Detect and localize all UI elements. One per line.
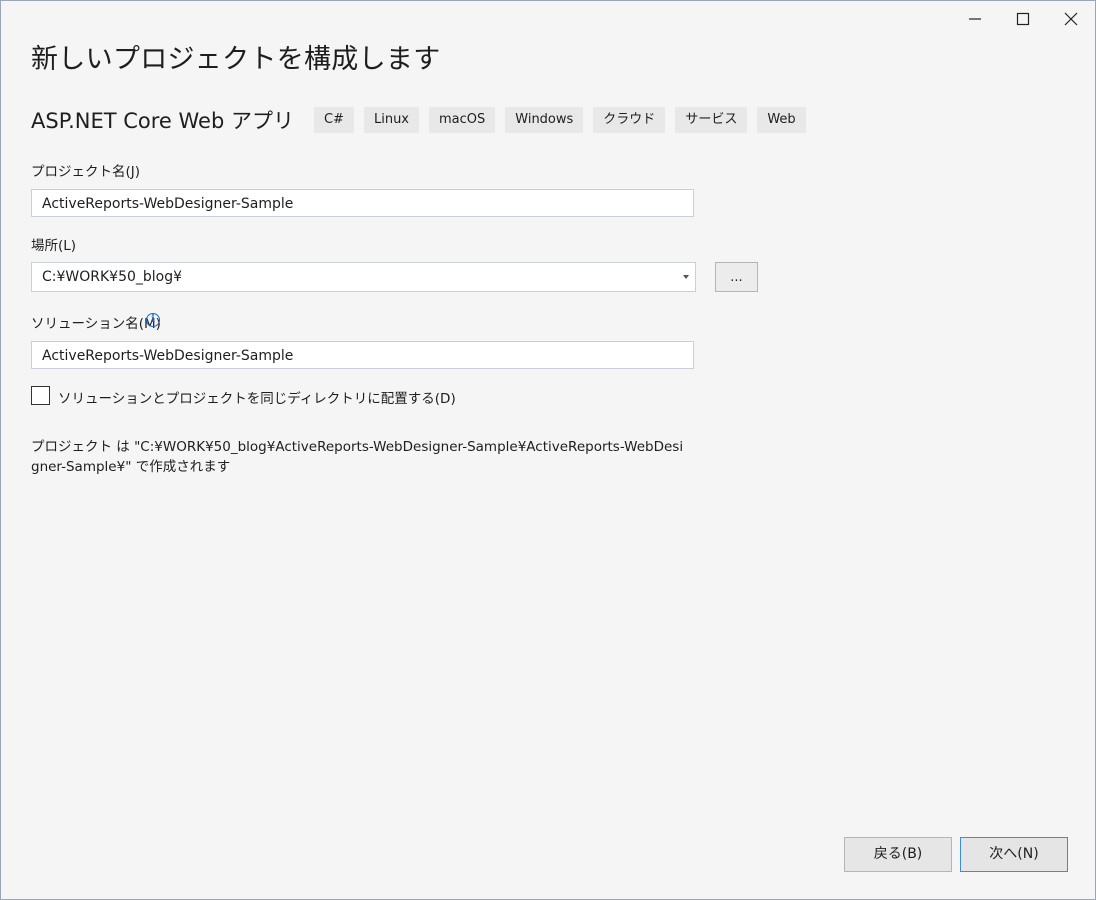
tag: サービス <box>675 107 748 133</box>
project-path-summary: プロジェクト は "C:¥WORK¥50_blog¥ActiveReports-… <box>31 439 684 475</box>
close-icon <box>1064 12 1078 26</box>
solution-name-input[interactable]: ActiveReports-WebDesigner-Sample <box>31 341 694 369</box>
next-button[interactable]: 次へ(N) <box>960 837 1068 872</box>
same-directory-label[interactable]: ソリューションとプロジェクトを同じディレクトリに配置する(D) <box>58 387 456 407</box>
same-directory-checkbox[interactable] <box>31 386 50 405</box>
maximize-icon <box>1016 12 1030 26</box>
template-name: ASP.NET Core Web アプリ <box>31 109 294 133</box>
dropdown-arrow-icon[interactable] <box>683 275 689 279</box>
info-icon[interactable]: i <box>146 313 160 327</box>
dialog-window: 新しいプロジェクトを構成します ASP.NET Core Web アプリ C# … <box>0 0 1096 900</box>
tag: クラウド <box>593 107 666 133</box>
template-header: ASP.NET Core Web アプリ C# Linux macOS Wind… <box>31 105 816 135</box>
page-title: 新しいプロジェクトを構成します <box>31 44 441 75</box>
tag: macOS <box>429 107 496 133</box>
back-button[interactable]: 戻る(B) <box>844 837 952 872</box>
location-label: 場所(L) <box>31 238 77 254</box>
tag: Windows <box>505 107 584 133</box>
solution-name-label: ソリューション名(M) <box>31 316 161 332</box>
window-controls <box>951 1 1095 37</box>
tag: Web <box>757 107 806 133</box>
minimize-button[interactable] <box>951 1 999 37</box>
project-name-input[interactable]: ActiveReports-WebDesigner-Sample <box>31 189 694 217</box>
browse-button[interactable]: ... <box>715 262 758 292</box>
location-combobox[interactable]: C:¥WORK¥50_blog¥ <box>31 262 696 292</box>
close-button[interactable] <box>1047 1 1095 37</box>
maximize-button[interactable] <box>999 1 1047 37</box>
tag: C# <box>313 107 354 133</box>
location-value: C:¥WORK¥50_blog¥ <box>42 269 183 285</box>
project-name-label: プロジェクト名(J) <box>31 164 141 180</box>
tag: Linux <box>363 107 419 133</box>
template-tags: C# Linux macOS Windows クラウド サービス Web <box>313 107 816 133</box>
minimize-icon <box>969 18 981 20</box>
